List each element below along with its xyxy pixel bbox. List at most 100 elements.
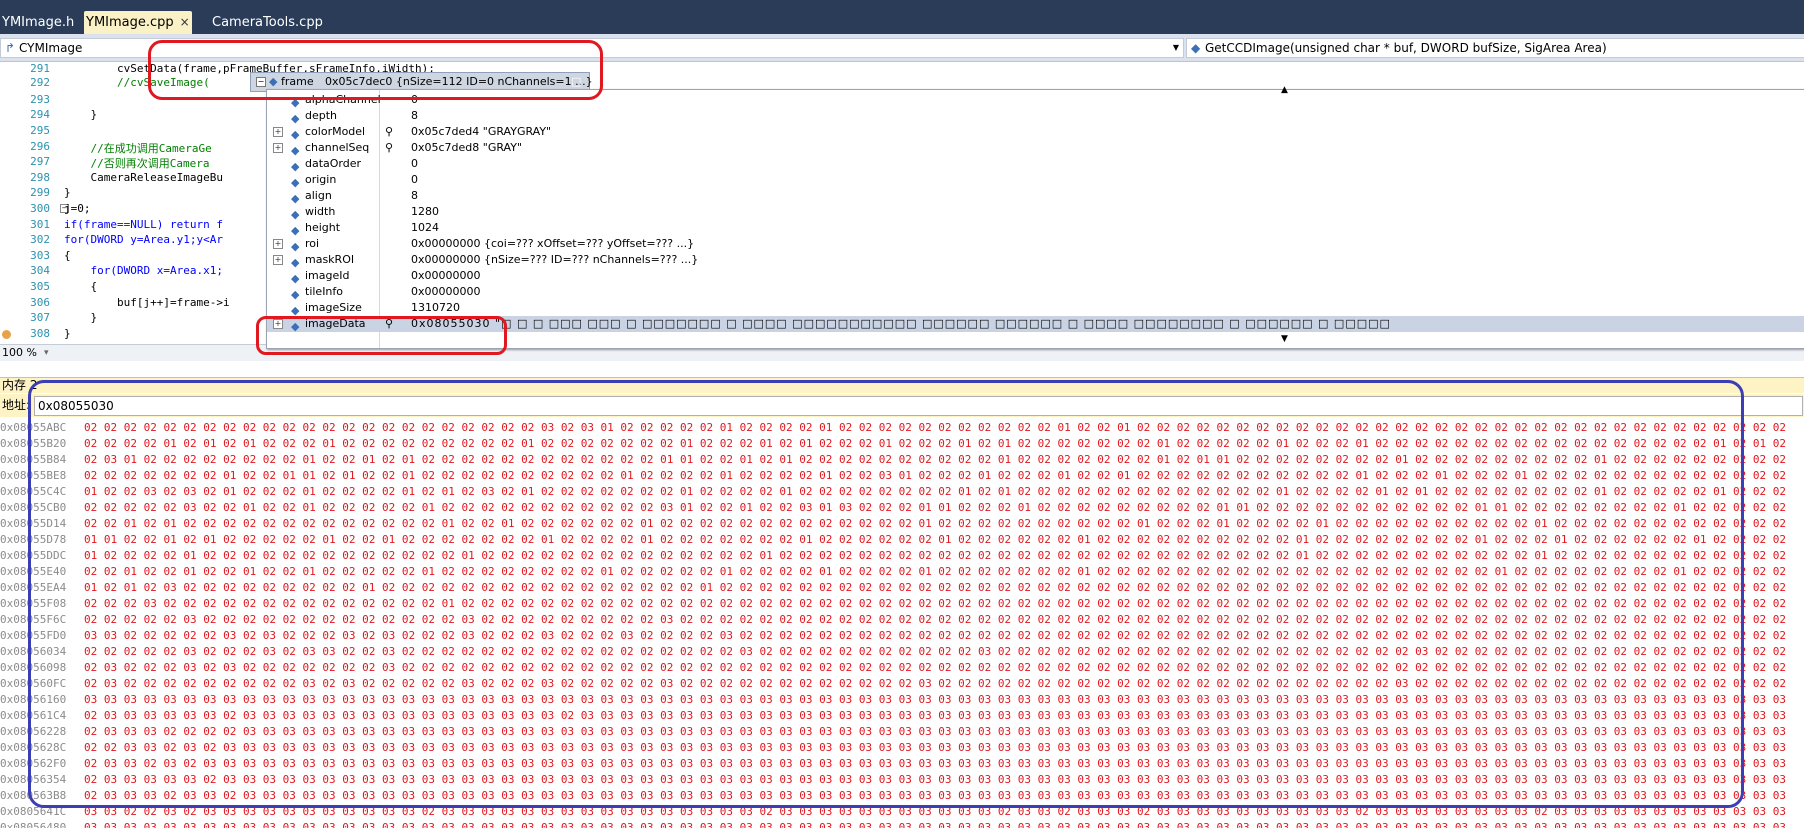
tab-label: YMImage.h <box>2 15 75 30</box>
field-name: height <box>305 221 341 234</box>
field-value: 0x00000000 <box>411 269 481 282</box>
datatip-row[interactable]: ◆ imageId 0x00000000 <box>267 268 1804 285</box>
line-number: 299 <box>30 186 50 199</box>
code-line: } <box>64 327 71 340</box>
field-value: 8 <box>411 109 418 122</box>
zoom-chevron-icon[interactable]: ▾ <box>44 345 49 361</box>
field-name: colorModel <box>305 125 366 138</box>
member-label: GetCCDImage(unsigned char * buf, DWORD b… <box>1205 41 1607 55</box>
code-line: //在成功调用CameraGe <box>64 142 212 155</box>
line-number: 301 <box>30 218 50 231</box>
datatip-row[interactable]: + ◆ colorModel ⚲ 0x05c7ded4 "GRAYGRAY" <box>267 124 1804 141</box>
line-number: 304 <box>30 264 50 277</box>
line-number: 302 <box>30 233 50 246</box>
datatip-row[interactable]: ◆ align 8 <box>267 188 1804 205</box>
field-value: 1310720 <box>411 301 460 314</box>
datatip-row[interactable]: ◆ tileInfo 0x00000000 <box>267 284 1804 301</box>
scroll-down-icon[interactable]: ▼ <box>1281 334 1288 344</box>
chevron-down-icon: ▼ <box>1172 43 1179 52</box>
line-number: 296 <box>30 140 50 153</box>
memory-address: 0x08056480 <box>0 821 67 828</box>
field-name: imageId <box>305 269 350 282</box>
field-value: 0x00000000 {coi=??? xOffset=??? yOffset=… <box>411 237 695 250</box>
datatip-row[interactable]: ◆ depth 8 <box>267 108 1804 125</box>
highlight-frame-variable <box>148 40 603 100</box>
field-value: 0 <box>411 157 418 170</box>
magnifier-icon[interactable]: ⚲ <box>385 124 393 140</box>
expand-icon[interactable]: + <box>273 127 283 137</box>
field-icon: ◆ <box>291 208 300 221</box>
member-dropdown[interactable]: ◆ GetCCDImage(unsigned char * buf, DWORD… <box>1186 38 1804 58</box>
tab-label: YMImage.cpp <box>86 15 174 30</box>
expand-icon[interactable]: + <box>273 255 283 265</box>
line-number: 300 <box>30 202 50 215</box>
code-line: for(DWORD y=Area.y1;y<Ar <box>64 233 223 246</box>
line-number: 293 <box>30 93 50 106</box>
field-icon: ◆ <box>291 224 300 237</box>
code-line: { <box>64 249 71 262</box>
memory-bytes: 03 03 03 03 03 03 03 03 03 03 03 03 03 0… <box>84 821 1786 828</box>
code-line: { <box>64 280 98 293</box>
datatip-row[interactable]: ◆ dataOrder 0 <box>267 156 1804 173</box>
expand-icon[interactable]: + <box>273 143 283 153</box>
expand-icon[interactable]: + <box>273 239 283 249</box>
address-label: 地址: <box>2 398 31 412</box>
line-number: 303 <box>30 249 50 262</box>
code-line: for(DWORD x=Area.x1; <box>64 264 223 277</box>
code-line: } <box>64 186 71 199</box>
field-name: maskROI <box>305 253 355 266</box>
tab-ymimage-h[interactable]: YMImage.h <box>0 11 76 34</box>
line-number: 295 <box>30 124 50 137</box>
field-icon: ◆ <box>291 240 300 253</box>
field-icon: ◆ <box>291 288 300 301</box>
code-line: //否则再次调用Camera <box>64 157 210 170</box>
field-icon: ◆ <box>291 128 300 141</box>
close-icon[interactable]: × <box>180 11 190 34</box>
field-value: 1280 <box>411 205 439 218</box>
line-number-gutter: 291 292 293 294 295 296 297 298 299 300 … <box>0 62 55 344</box>
tab-ymimage-cpp[interactable]: YMImage.cpp × <box>84 11 192 34</box>
field-name: origin <box>305 173 337 186</box>
code-line: } <box>64 108 98 121</box>
datatip-row[interactable]: ◆ height 1024 <box>267 220 1804 237</box>
code-line: if(frame==NULL) return f <box>64 218 223 231</box>
datatip-row[interactable]: ◆ origin 0 <box>267 172 1804 189</box>
field-icon: ◆ <box>291 256 300 269</box>
code-line: j=0; <box>64 202 91 215</box>
datatip-row[interactable]: + ◆ roi 0x00000000 {coi=??? xOffset=??? … <box>267 236 1804 253</box>
zoom-level[interactable]: 100 % <box>2 345 37 361</box>
datatip-row[interactable]: + ◆ maskROI 0x00000000 {nSize=??? ID=???… <box>267 252 1804 269</box>
field-name: roi <box>305 237 320 250</box>
field-name: imageSize <box>305 301 362 314</box>
highlight-imagedata-row <box>256 316 507 355</box>
field-value: 8 <box>411 189 418 202</box>
field-icon: ◆ <box>291 160 300 173</box>
line-number: 305 <box>30 280 50 293</box>
tab-cameratools-cpp[interactable]: CameraTools.cpp <box>210 11 325 34</box>
field-value: 0 <box>411 173 418 186</box>
field-value: 0x05c7ded8 "GRAY" <box>411 141 523 154</box>
field-icon: ◆ <box>291 176 300 189</box>
field-icon: ◆ <box>291 192 300 205</box>
field-value: 0x00000000 <box>411 285 481 298</box>
field-value: 1024 <box>411 221 439 234</box>
datatip-row[interactable]: + ◆ channelSeq ⚲ 0x05c7ded8 "GRAY" <box>267 140 1804 157</box>
datatip-expansion: ▲ ◆ alphaChannel 0 ◆ depth 8 + ◆ colorMo… <box>266 85 1804 349</box>
field-name: tileInfo <box>305 285 344 298</box>
datatip-row[interactable]: ◆ width 1280 <box>267 204 1804 221</box>
line-number: 307 <box>30 311 50 324</box>
line-number: 298 <box>30 171 50 184</box>
method-icon: ◆ <box>1191 41 1201 55</box>
field-name: channelSeq <box>305 141 370 154</box>
code-line: CameraReleaseImageBu <box>64 171 223 184</box>
highlight-memory-region <box>28 380 1744 808</box>
line-number: 294 <box>30 108 50 121</box>
breakpoint-icon[interactable] <box>2 330 11 339</box>
class-icon: ↱ <box>5 41 16 55</box>
field-name: align <box>305 189 332 202</box>
magnifier-icon[interactable]: ⚲ <box>385 140 393 156</box>
code-line: buf[j++]=frame->i <box>64 296 230 309</box>
line-number: 297 <box>30 155 50 168</box>
datatip-row[interactable]: ◆ imageSize 1310720 <box>267 300 1804 317</box>
line-number: 291 <box>30 62 50 75</box>
